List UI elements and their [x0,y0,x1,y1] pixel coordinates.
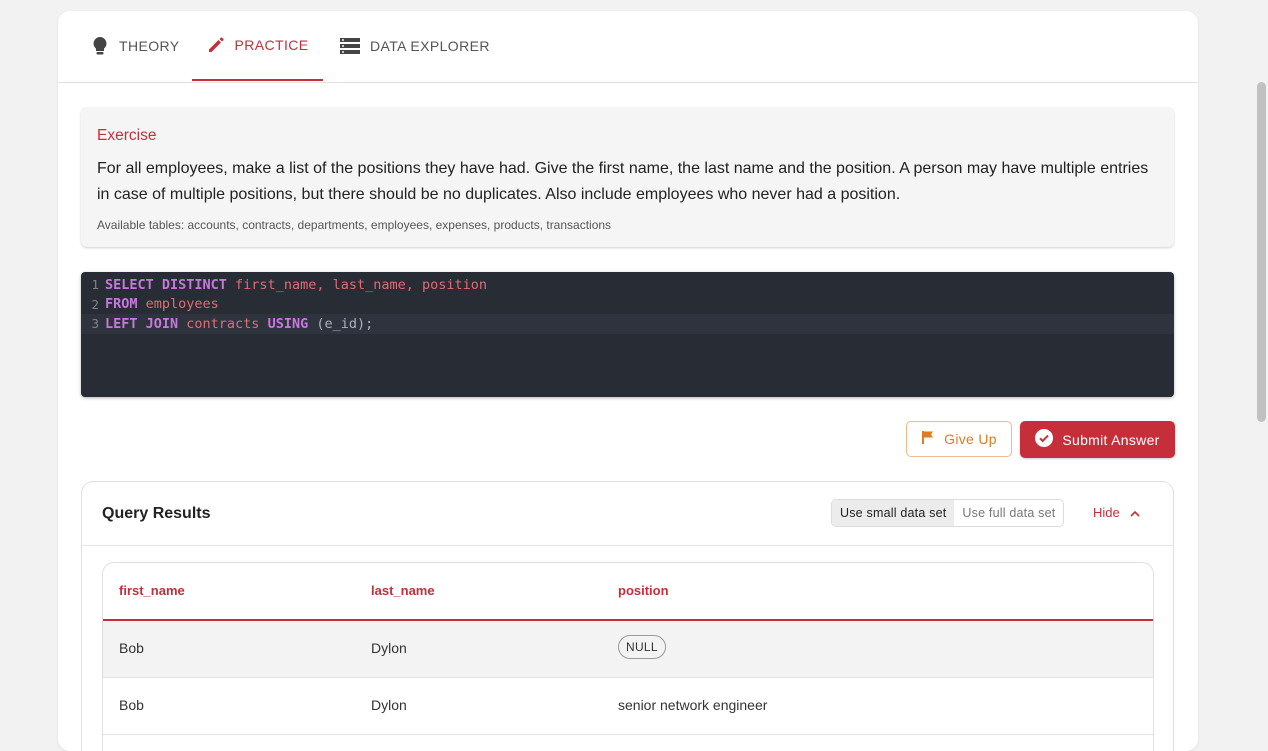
column-header[interactable]: position [618,583,669,598]
sql-identifiers: contracts [178,315,268,332]
data-set-toggle: Use small data set Use full data set [831,499,1065,527]
sql-keyword: LEFT JOIN [105,315,179,332]
sql-identifiers: first_name, last_name, position [226,276,488,293]
database-list-icon [340,37,360,55]
page-scrollbar[interactable] [1255,0,1268,713]
query-results-panel: Query Results Use small data set Use ful… [81,481,1174,751]
flag-icon [921,430,935,448]
line-number: 2 [91,296,99,312]
code-line-active[interactable]: 3 LEFT JOIN contracts USING (e_id); [81,314,1174,334]
sql-keyword: SELECT DISTINCT [105,276,227,293]
exercise-description: For all employees, make a list of the po… [97,160,1149,203]
column-header[interactable]: first_name [119,583,185,598]
exercise-card: THEORY PRACTICE DATA EXPLORER Exercise F… [58,11,1198,751]
chevron-up-icon [1130,505,1140,520]
exercise-panel: Exercise For all employees, make a list … [81,107,1174,247]
tab-theory[interactable]: THEORY [91,11,180,81]
give-up-label: Give Up [944,431,997,447]
cell-last-name: Dylon [371,697,407,713]
code-line[interactable]: 1 SELECT DISTINCT first_name, last_name,… [81,275,1174,295]
table-row: Bob Dylon senior network engineer [103,678,1153,735]
sql-identifiers: employees [137,296,219,313]
pencil-icon [207,36,225,54]
hide-results-button[interactable]: Hide [1093,505,1140,520]
results-header: Query Results Use small data set Use ful… [82,482,1173,546]
table-row: Bob Dylon NULL [103,621,1153,678]
check-circle-icon [1035,429,1054,450]
submit-answer-button[interactable]: Submit Answer [1020,421,1175,458]
sql-identifiers: (e_id); [308,315,374,332]
tab-bar: THEORY PRACTICE DATA EXPLORER [58,11,1198,83]
cell-last-name: Dylon [371,640,407,656]
sql-editor[interactable]: 1 SELECT DISTINCT first_name, last_name,… [81,272,1174,397]
results-table: first_name last_name position Bob Dylon … [102,562,1154,751]
line-number: 1 [91,277,99,293]
column-header[interactable]: last_name [371,583,435,598]
cell-position: senior network engineer [618,697,768,713]
scrollbar-thumb[interactable] [1257,82,1266,422]
code-line[interactable]: 2 FROM employees [81,295,1174,315]
sql-keyword: USING [267,315,309,332]
tab-theory-label: THEORY [119,38,180,54]
full-data-set-option[interactable]: Use full data set [954,500,1063,526]
tab-practice[interactable]: PRACTICE [192,11,323,81]
tab-data-explorer[interactable]: DATA EXPLORER [340,11,490,81]
null-badge: NULL [618,635,666,659]
exercise-title: Exercise [97,127,157,144]
available-tables: Available tables: accounts, contracts, d… [97,218,612,232]
line-number: 3 [91,316,99,332]
small-data-set-option[interactable]: Use small data set [832,500,955,526]
tab-practice-label: PRACTICE [234,37,309,53]
give-up-button[interactable]: Give Up [906,421,1012,457]
lightbulb-icon [91,36,109,56]
table-header: first_name last_name position [103,563,1153,621]
hide-label: Hide [1093,505,1120,520]
tab-data-explorer-label: DATA EXPLORER [370,38,490,54]
cell-first-name: Bob [119,697,144,713]
cell-first-name: Bob [119,640,144,656]
results-title: Query Results [102,505,211,522]
sql-keyword: FROM [105,296,138,313]
submit-answer-label: Submit Answer [1062,431,1160,448]
